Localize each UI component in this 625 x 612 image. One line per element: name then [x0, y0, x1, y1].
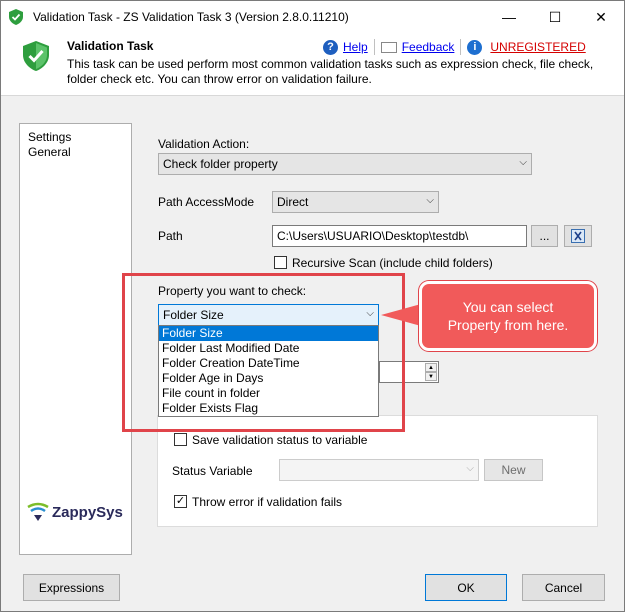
chevron-down-icon: ⌵ [519, 157, 527, 168]
feedback-link[interactable]: Feedback [402, 40, 455, 54]
header-links: ? Help Feedback i UNREGISTERED [323, 39, 586, 55]
new-button[interactable]: New [484, 459, 543, 481]
expression-button[interactable] [564, 225, 592, 247]
path-input[interactable]: C:\Users\USUARIO\Desktop\testdb\ [272, 225, 527, 247]
minimize-button[interactable]: — [486, 1, 532, 33]
path-access-mode-label: Path AccessMode [158, 195, 255, 209]
throw-error-label: Throw error if validation fails [192, 495, 343, 509]
save-status-label: Save validation status to variable [192, 433, 368, 447]
title-bar[interactable]: Validation Task - ZS Validation Task 3 (… [1, 1, 624, 33]
chevron-down-icon: ⌵ [466, 463, 474, 474]
status-variable-label: Status Variable [172, 464, 253, 478]
help-icon: ? [323, 39, 338, 55]
status-variable-select[interactable]: ⌵ [279, 459, 479, 481]
nav-item-general[interactable]: General [28, 145, 71, 159]
path-label: Path [158, 229, 183, 243]
validation-action-select[interactable]: Check folder property ⌵ [158, 153, 532, 175]
recursive-scan-label: Recursive Scan (include child folders) [292, 256, 493, 270]
highlight-box [122, 273, 405, 432]
browse-button[interactable]: ... [531, 225, 558, 247]
expressions-button[interactable]: Expressions [23, 574, 120, 601]
task-description: This task can be used perform most commo… [67, 57, 594, 86]
shield-check-icon [23, 41, 49, 71]
recursive-scan-checkbox[interactable] [274, 256, 287, 269]
help-link[interactable]: Help [343, 40, 368, 54]
save-status-checkbox[interactable] [174, 433, 187, 446]
zappysys-logo-icon [27, 502, 49, 521]
nav-panel: Settings General [19, 123, 132, 555]
spin-down-icon[interactable]: ▼ [425, 372, 437, 381]
mail-icon [380, 41, 397, 53]
chevron-down-icon: ⌵ [426, 195, 434, 206]
info-icon: i [467, 39, 483, 55]
shield-check-icon [9, 9, 23, 25]
unregistered-link[interactable]: UNREGISTERED [490, 40, 585, 54]
dialog-window: Validation Task - ZS Validation Task 3 (… [0, 0, 625, 612]
window-title: Validation Task - ZS Validation Task 3 (… [33, 10, 349, 24]
zappysys-logo: ZappySys [27, 501, 123, 523]
header-divider [1, 95, 624, 96]
maximize-button[interactable]: ☐ [532, 1, 578, 33]
task-title: Validation Task [67, 39, 154, 53]
close-button[interactable]: ✕ [578, 1, 624, 33]
spin-up-icon[interactable]: ▲ [425, 363, 437, 372]
nav-item-settings[interactable]: Settings [28, 130, 71, 144]
annotation-callout: You can select Property from here. [419, 281, 597, 351]
cancel-button[interactable]: Cancel [522, 574, 605, 601]
validation-action-value: Check folder property [163, 157, 278, 171]
callout-line-2: Property from here. [447, 317, 569, 333]
path-access-mode-select[interactable]: Direct ⌵ [272, 191, 439, 213]
callout-pointer [381, 304, 421, 326]
ok-button[interactable]: OK [425, 574, 507, 601]
divider [373, 39, 375, 55]
function-icon [571, 229, 585, 243]
task-header: Validation Task This task can be used pe… [1, 33, 624, 95]
validation-action-label: Validation Action: [158, 137, 250, 151]
callout-line-1: You can select [462, 299, 554, 315]
throw-error-checkbox[interactable]: ✓ [174, 495, 187, 508]
logo-text: ZappySys [52, 503, 123, 521]
divider [460, 39, 462, 55]
path-access-mode-value: Direct [277, 195, 309, 209]
